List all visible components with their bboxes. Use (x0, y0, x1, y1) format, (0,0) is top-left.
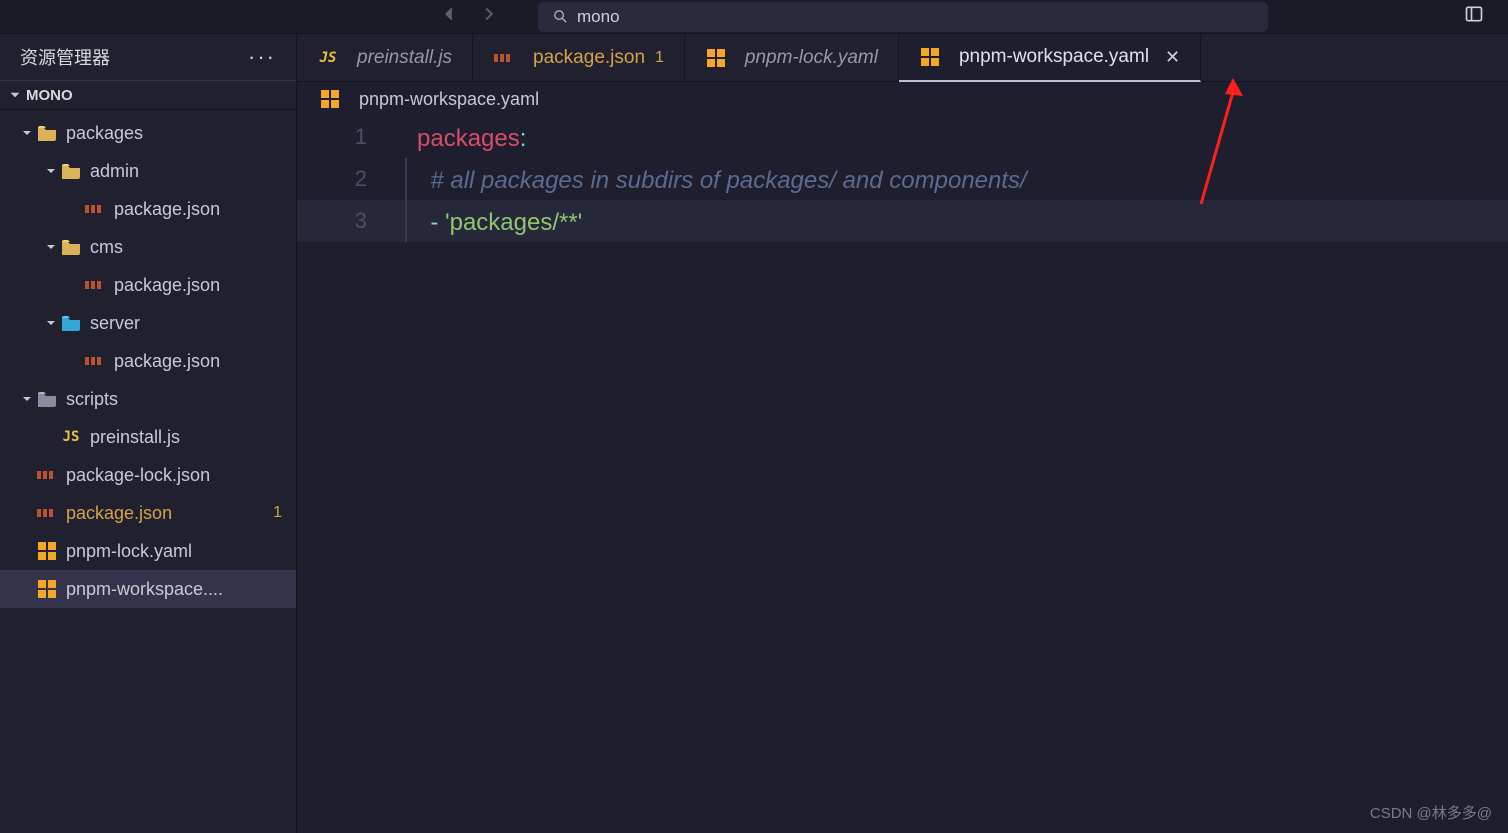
json-icon (36, 465, 58, 485)
js-icon: JS (317, 48, 339, 68)
chevron-down-icon (42, 238, 60, 256)
yaml-icon (919, 47, 941, 67)
tree-file[interactable]: pnpm-lock.yaml (0, 532, 296, 570)
chevron-down-icon (42, 314, 60, 332)
tree-file[interactable]: JS preinstall.js (0, 418, 296, 456)
line-number: 3 (297, 200, 367, 242)
chevron-down-icon (66, 200, 84, 218)
tab-label: pnpm-workspace.yaml (959, 46, 1149, 68)
code-line: # all packages in subdirs of packages/ a… (417, 160, 1508, 202)
explorer-header: 资源管理器 ··· (0, 34, 296, 80)
tree-item-label: packages (66, 123, 296, 144)
code-line: - 'packages/**' (417, 202, 1508, 244)
json-icon (84, 351, 106, 371)
chevron-down-icon (18, 580, 36, 598)
tree-file[interactable]: package.json (0, 190, 296, 228)
layout-toggle-icon[interactable] (1464, 4, 1484, 29)
editor-group: JS preinstall.js package.json 1 pnpm-lock.ya… (297, 34, 1508, 833)
tree-item-label: server (90, 313, 296, 334)
command-center[interactable]: mono (538, 2, 1268, 32)
tree-folder[interactable]: admin (0, 152, 296, 190)
tree-folder[interactable]: scripts (0, 380, 296, 418)
tree-item-label: pnpm-lock.yaml (66, 541, 296, 562)
project-name: MONO (26, 87, 73, 104)
yaml-icon (36, 579, 58, 599)
file-tree: packages admin package.json cms package.json… (0, 110, 296, 608)
search-text: mono (577, 7, 620, 27)
tab-label: pnpm-lock.yaml (745, 47, 878, 69)
chevron-down-icon (18, 466, 36, 484)
project-section-header[interactable]: MONO (0, 80, 296, 110)
folder-open-icon (36, 123, 58, 143)
tree-folder[interactable]: packages (0, 114, 296, 152)
yaml-icon (319, 89, 341, 109)
search-icon (552, 8, 569, 25)
tree-item-label: cms (90, 237, 296, 258)
tree-item-label: admin (90, 161, 296, 182)
editor-tab[interactable]: pnpm-workspace.yaml ✕ (899, 34, 1201, 82)
chevron-down-icon (18, 542, 36, 560)
js-icon: JS (60, 427, 82, 447)
editor-tabs: JS preinstall.js package.json 1 pnpm-lock.ya… (297, 34, 1508, 82)
folder-script-icon (36, 389, 58, 409)
explorer-sidebar: 资源管理器 ··· MONO packages admin package.json… (0, 34, 297, 833)
tree-item-label: package.json (114, 351, 296, 372)
chevron-down-icon (18, 390, 36, 408)
tree-folder[interactable]: cms (0, 228, 296, 266)
tree-folder[interactable]: server (0, 304, 296, 342)
tree-file[interactable]: package.json (0, 266, 296, 304)
json-icon (493, 48, 515, 68)
chevron-down-icon (6, 86, 24, 104)
forward-icon[interactable] (478, 3, 500, 30)
watermark: CSDN @林多多@ (1370, 802, 1492, 823)
modified-badge: 1 (655, 49, 664, 67)
chevron-down-icon (18, 504, 36, 522)
json-icon (36, 503, 58, 523)
tab-label: preinstall.js (357, 47, 452, 69)
folder-blue-icon (60, 313, 82, 333)
close-icon[interactable]: ✕ (1165, 47, 1180, 68)
tree-file[interactable]: pnpm-workspace.... (0, 570, 296, 608)
yaml-icon (36, 541, 58, 561)
tree-file[interactable]: package-lock.json (0, 456, 296, 494)
editor-tab[interactable]: package.json 1 (473, 34, 685, 81)
title-bar: mono (0, 0, 1508, 34)
nav-arrows (438, 3, 500, 30)
line-number: 1 (297, 116, 367, 158)
editor-tab[interactable]: JS preinstall.js (297, 34, 473, 81)
breadcrumb-file: pnpm-workspace.yaml (359, 89, 539, 110)
chevron-down-icon (42, 428, 60, 446)
chevron-down-icon (66, 352, 84, 370)
folder-open-icon (60, 237, 82, 257)
explorer-more-icon[interactable]: ··· (248, 44, 276, 70)
tab-label: package.json (533, 47, 645, 69)
breadcrumb[interactable]: pnpm-workspace.yaml (297, 82, 1508, 116)
tree-item-label: package-lock.json (66, 465, 296, 486)
tree-item-label: package.json (114, 199, 296, 220)
json-icon (84, 199, 106, 219)
json-icon (84, 275, 106, 295)
code-editor[interactable]: 1 2 3 packages: # all packages in subdir… (297, 116, 1508, 244)
back-icon[interactable] (438, 3, 460, 30)
tree-item-label: package.json (114, 275, 296, 296)
chevron-down-icon (18, 124, 36, 142)
code-line: packages: (417, 118, 1508, 160)
editor-tab[interactable]: pnpm-lock.yaml (685, 34, 899, 81)
tree-item-label: pnpm-workspace.... (66, 579, 296, 600)
tree-item-label: package.json (66, 503, 263, 524)
chevron-down-icon (42, 162, 60, 180)
tree-file[interactable]: package.json (0, 342, 296, 380)
tree-item-label: scripts (66, 389, 296, 410)
line-number: 2 (297, 158, 367, 200)
modified-badge: 1 (273, 504, 282, 522)
yaml-icon (705, 48, 727, 68)
folder-open-icon (60, 161, 82, 181)
tree-file[interactable]: package.json 1 (0, 494, 296, 532)
tree-item-label: preinstall.js (90, 427, 296, 448)
explorer-title: 资源管理器 (20, 44, 248, 70)
chevron-down-icon (66, 276, 84, 294)
